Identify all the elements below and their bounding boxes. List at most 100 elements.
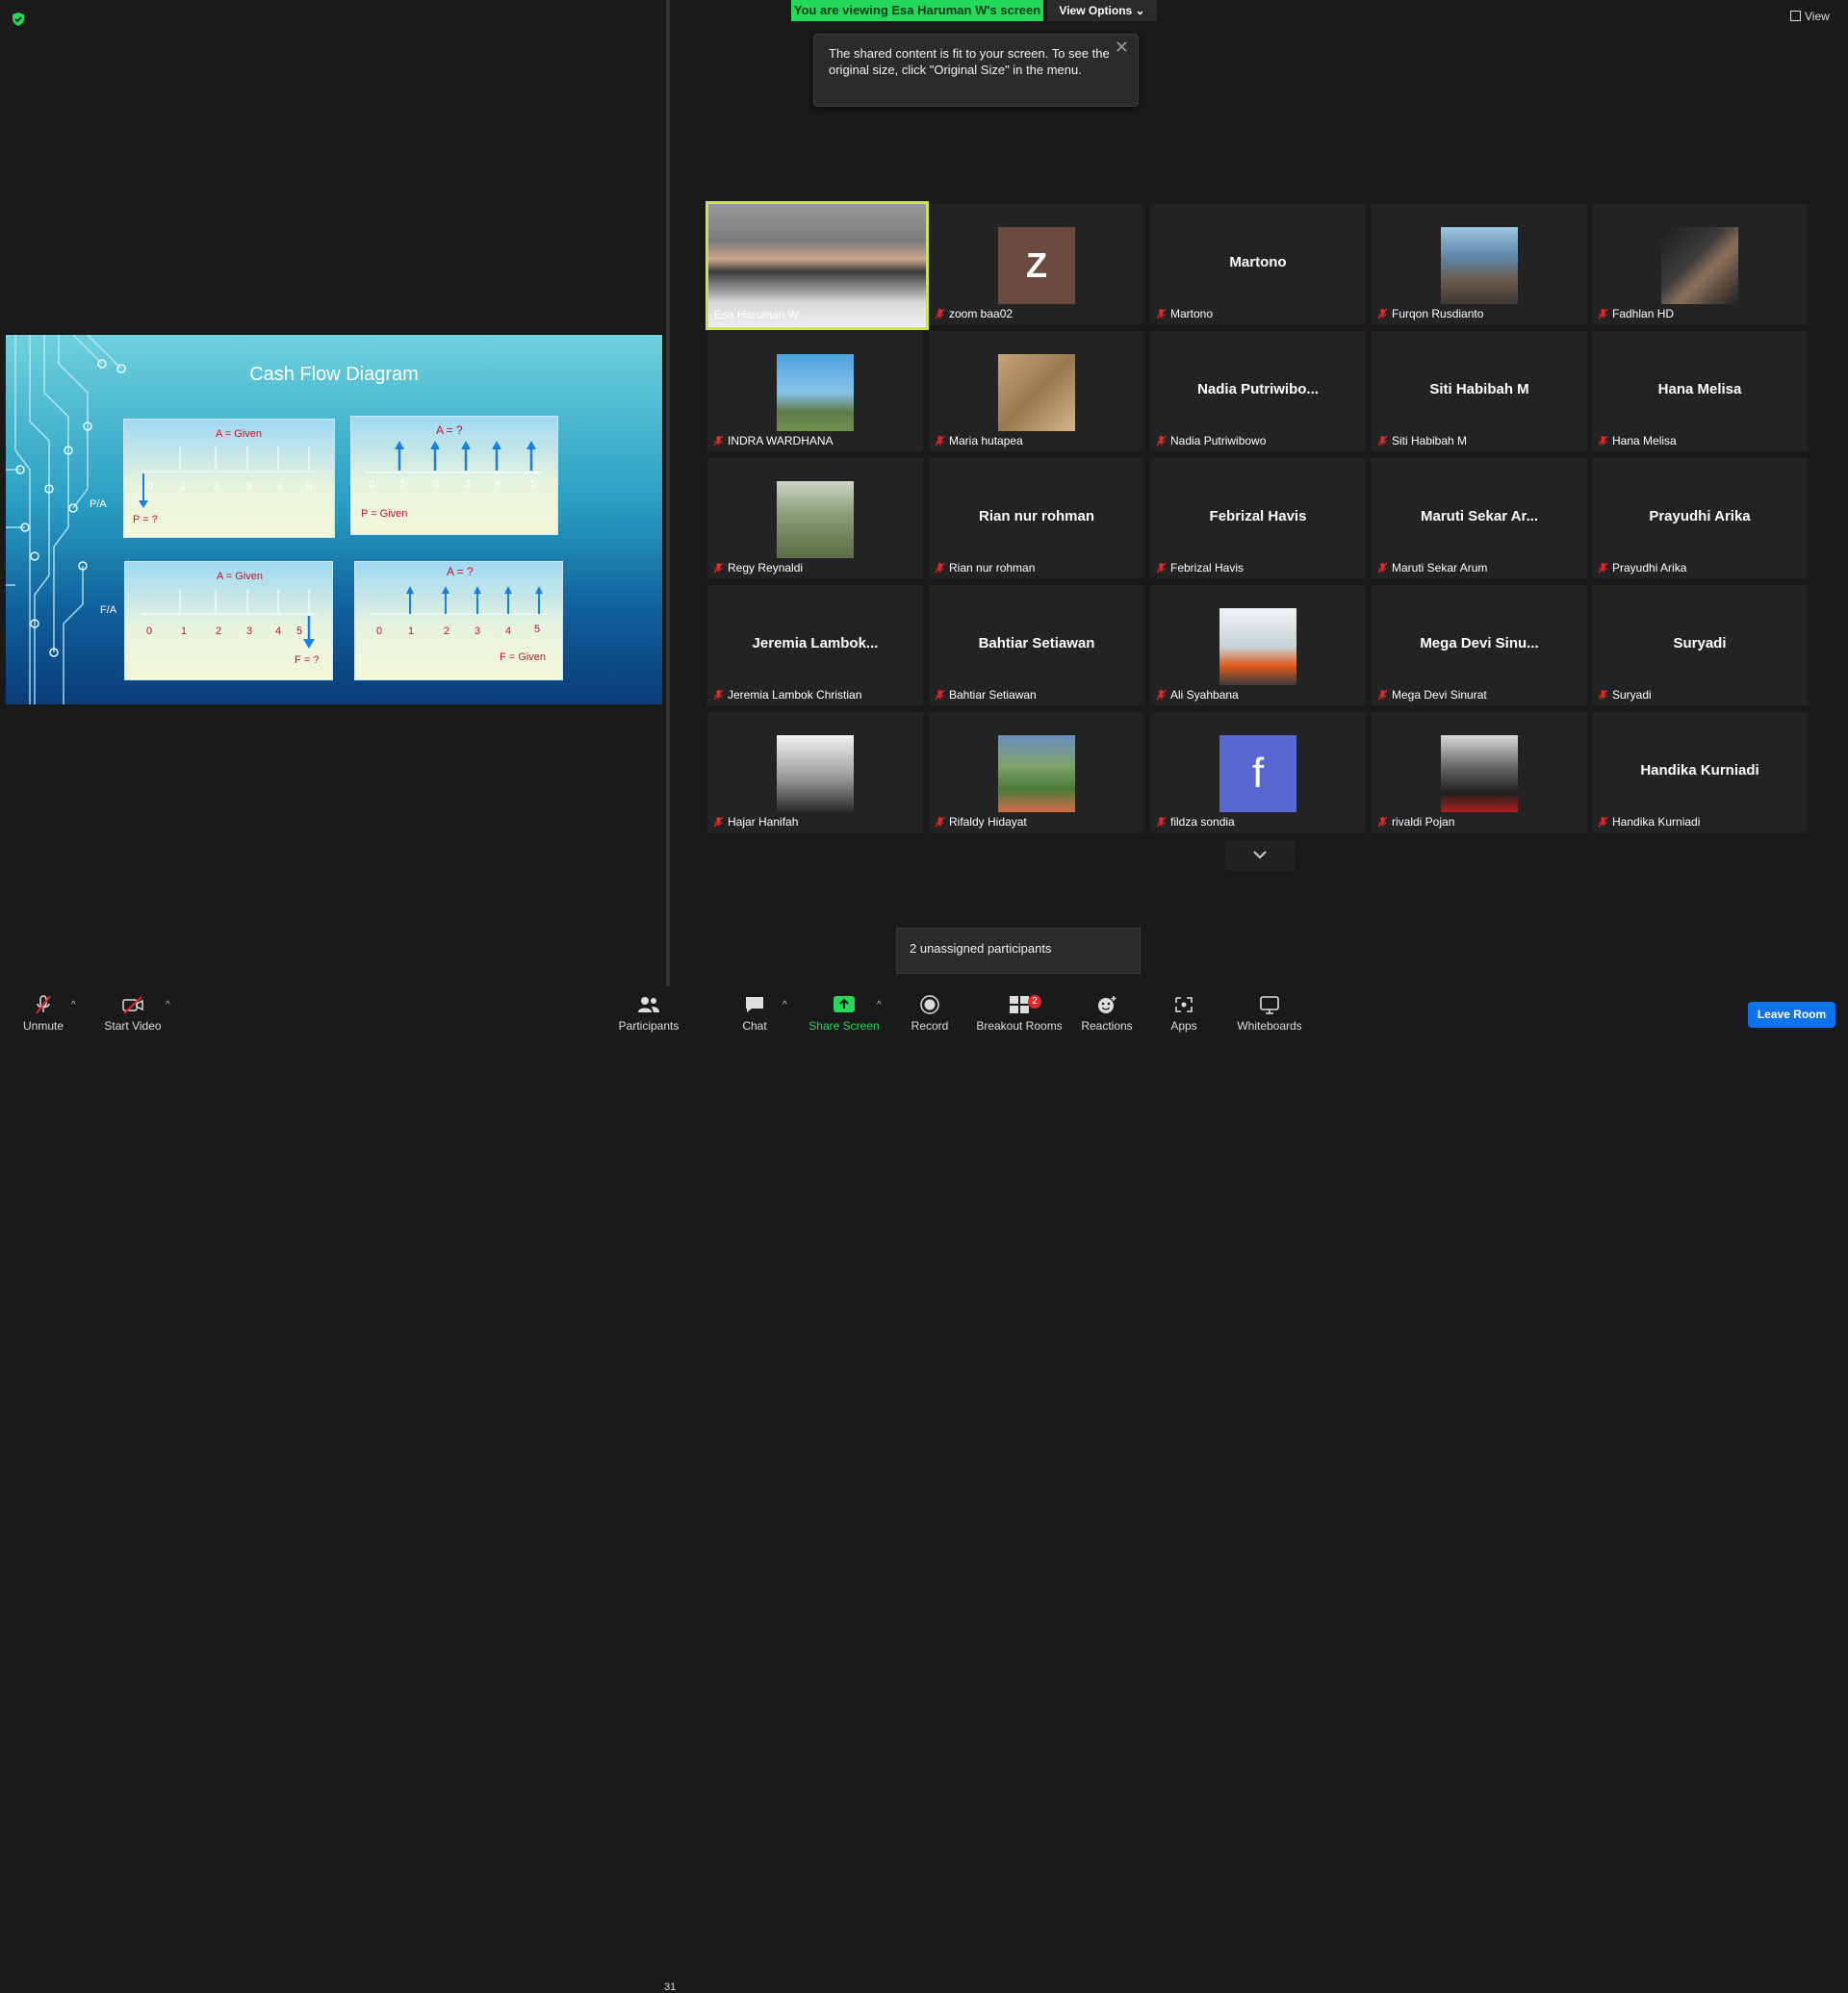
participant-tile[interactable]: Rifaldy Hidayat	[929, 712, 1144, 832]
participant-tile[interactable]: Suryadi Suryadi	[1592, 585, 1808, 705]
close-icon[interactable]: ✕	[1115, 38, 1129, 58]
mic-muted-icon	[1598, 308, 1608, 319]
participant-tile[interactable]: Martono Martono	[1150, 204, 1366, 324]
mic-muted-icon	[1377, 435, 1388, 447]
profile-photo	[998, 354, 1075, 431]
participant-name-label: Nadia Putriwibowo	[1156, 434, 1266, 447]
mic-muted-icon	[713, 435, 724, 447]
chat-button[interactable]: Chat	[737, 994, 772, 1033]
participant-name: Furqon Rusdianto	[1392, 307, 1484, 320]
participant-name-label: Ali Syahbana	[1156, 688, 1239, 702]
chevron-up-icon[interactable]: ^	[71, 1000, 76, 1010]
participant-tile[interactable]: Handika Kurniadi Handika Kurniadi	[1592, 712, 1808, 832]
cash-flow-panel: A = Given 0 1 2 3 4 5 F = ?	[124, 561, 333, 680]
tick-label: 0	[147, 481, 154, 493]
participant-tile[interactable]: Furqon Rusdianto	[1372, 204, 1587, 324]
reactions-icon	[1098, 996, 1116, 1013]
mic-muted-icon	[935, 562, 945, 574]
participant-name-label: INDRA WARDHANA	[713, 434, 834, 447]
participant-name: Suryadi	[1612, 688, 1652, 702]
participant-tile[interactable]: INDRA WARDHANA	[707, 331, 923, 451]
unmute-button[interactable]: Unmute	[19, 994, 67, 1033]
participant-tile[interactable]: Regy Reynaldi	[707, 458, 923, 578]
mic-muted-icon	[1156, 435, 1167, 447]
mic-muted-icon	[713, 689, 724, 701]
chevron-up-icon[interactable]: ^	[166, 1000, 170, 1010]
panel-bottom-label: P = Given	[361, 508, 408, 520]
participant-tile[interactable]: f fildza sondia	[1150, 712, 1366, 832]
participant-name-label: Siti Habibah M	[1377, 434, 1467, 447]
participant-name: Handika Kurniadi	[1612, 815, 1701, 829]
apps-label: Apps	[1170, 1019, 1197, 1033]
participant-name: Fadhlan HD	[1612, 307, 1675, 320]
participant-name: Maruti Sekar Arum	[1392, 561, 1488, 575]
participant-tile[interactable]: Maria hutapea	[929, 331, 1144, 451]
breakout-rooms-button[interactable]: Breakout Rooms	[974, 994, 1065, 1033]
participant-tile[interactable]: Rian nur rohman Rian nur rohman	[929, 458, 1144, 578]
participant-tile[interactable]: Maruti Sekar Ar... Maruti Sekar Arum	[1372, 458, 1587, 578]
participant-name-label: Maria hutapea	[935, 434, 1023, 447]
mic-muted-icon	[1598, 435, 1608, 447]
video-off-icon	[122, 996, 143, 1014]
participant-tile[interactable]: Hana Melisa Hana Melisa	[1592, 331, 1808, 451]
leave-room-button[interactable]: Leave Room	[1748, 1002, 1835, 1028]
reactions-button[interactable]: Reactions	[1078, 994, 1136, 1033]
chevron-down-icon	[1253, 851, 1267, 859]
share-screen-button[interactable]: Share Screen	[808, 994, 880, 1033]
participant-name: rivaldi Pojan	[1392, 815, 1455, 829]
participant-tile[interactable]: rivaldi Pojan	[1372, 712, 1587, 832]
participant-tile[interactable]: Mega Devi Sinu... Mega Devi Sinurat	[1372, 585, 1587, 705]
chevron-up-icon[interactable]: ^	[877, 1000, 882, 1010]
tooltip-text: The shared content is fit to your screen…	[829, 46, 1110, 77]
mic-muted-icon	[1156, 689, 1167, 701]
breakout-badge: 2	[1028, 995, 1041, 1009]
tick-label: 3	[245, 481, 252, 493]
participants-button[interactable]: Participants	[617, 994, 680, 1033]
apps-button[interactable]: Apps	[1165, 994, 1203, 1033]
participant-tile[interactable]: Prayudhi Arika Prayudhi Arika	[1592, 458, 1808, 578]
participant-tile[interactable]: Zzoom baa02	[929, 204, 1144, 324]
view-options-button[interactable]: View Options ⌄	[1047, 0, 1157, 21]
participant-tile[interactable]: Ali Syahbana	[1150, 585, 1366, 705]
panel-bottom-label: F = Given	[500, 652, 546, 663]
tick-label: 2	[444, 626, 450, 637]
tick-label: 3	[465, 478, 472, 490]
mic-muted-icon	[1156, 308, 1167, 319]
tick-label: 5	[296, 626, 303, 637]
tick-label: 5	[530, 478, 537, 490]
participant-name-label: Hajar Hanifah	[713, 815, 798, 829]
participant-tile[interactable]: Jeremia Lambok... Jeremia Lambok Christia…	[707, 585, 923, 705]
profile-photo	[998, 735, 1075, 812]
participant-display-name: Suryadi	[1673, 635, 1727, 652]
participant-tile[interactable]: Hajar Hanifah	[707, 712, 923, 832]
participant-tile[interactable]: Febrizal Havis Febrizal Havis	[1150, 458, 1366, 578]
start-video-button[interactable]: Start Video	[104, 994, 162, 1033]
split-divider[interactable]	[666, 0, 670, 986]
participant-tile[interactable]: Esa Haruman W	[706, 201, 929, 330]
tick-label: 4	[505, 626, 512, 637]
mic-muted-icon	[935, 689, 945, 701]
chevron-up-icon[interactable]: ^	[783, 1000, 787, 1010]
participant-name-label: Prayudhi Arika	[1598, 561, 1686, 575]
participant-name: Hana Melisa	[1612, 434, 1677, 447]
view-button[interactable]: View	[1790, 10, 1830, 23]
profile-photo	[777, 735, 854, 812]
scroll-down-button[interactable]	[1225, 840, 1295, 871]
record-button[interactable]: Record	[909, 994, 951, 1033]
profile-photo	[777, 354, 854, 431]
tick-label: 2	[214, 481, 220, 493]
participant-name-label: Martono	[1156, 307, 1213, 320]
panel-bottom-label: P = ?	[133, 514, 158, 525]
unassigned-participants-popup[interactable]: 2 unassigned participants	[896, 928, 1141, 974]
whiteboards-button[interactable]: Whiteboards	[1234, 994, 1305, 1033]
participant-tile[interactable]: Siti Habibah M Siti Habibah M	[1372, 331, 1587, 451]
tick-label: 1	[399, 478, 406, 490]
participant-tile[interactable]: Bahtiar Setiawan Bahtiar Setiawan	[929, 585, 1144, 705]
whiteboards-label: Whiteboards	[1237, 1019, 1302, 1033]
participant-tile[interactable]: Nadia Putriwibo... Nadia Putriwibowo	[1150, 331, 1366, 451]
participant-tile[interactable]: Fadhlan HD	[1592, 204, 1808, 324]
participant-name: Maria hutapea	[949, 434, 1023, 447]
participant-display-name: Mega Devi Sinu...	[1420, 635, 1539, 652]
mic-muted-icon	[935, 435, 945, 447]
grid-icon	[1790, 11, 1801, 21]
